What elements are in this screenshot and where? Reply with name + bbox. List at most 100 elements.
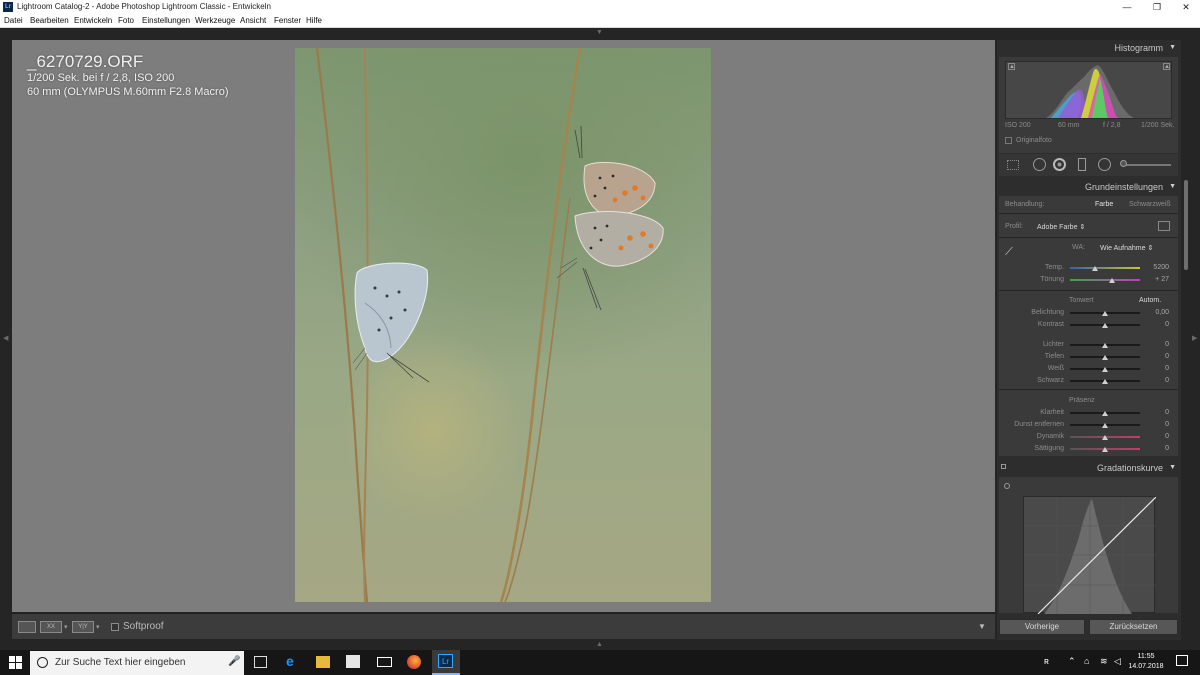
toolbar-options-icon[interactable]: ▼ (978, 622, 986, 631)
red-eye-icon[interactable] (1053, 158, 1066, 171)
photo-preview[interactable] (295, 48, 711, 602)
tint-slider-thumb[interactable] (1109, 278, 1115, 283)
before-after-dropdown-icon[interactable]: ▾ (64, 623, 68, 631)
auto-tone-button[interactable]: Autom. (1139, 297, 1161, 304)
split-view-dropdown-icon[interactable]: ▾ (96, 623, 100, 631)
clarity-slider-thumb[interactable] (1102, 411, 1108, 416)
adjustment-brush-icon[interactable] (1120, 160, 1127, 167)
targeted-adjustment-icon[interactable] (1004, 483, 1010, 489)
menu-entwickeln[interactable]: Entwickeln (74, 16, 112, 25)
show-hidden-icons-icon[interactable]: ⌃ (1068, 656, 1076, 667)
histogram-header[interactable]: Histogramm ▼ (997, 41, 1181, 55)
notifications-icon[interactable] (1176, 655, 1188, 666)
temp-slider[interactable] (1070, 267, 1140, 269)
network-icon[interactable]: ⌂ (1084, 656, 1089, 666)
right-panel-scroll-thumb[interactable] (1184, 180, 1188, 270)
previous-button[interactable]: Vorherige (999, 619, 1085, 635)
reset-button[interactable]: Zurücksetzen (1089, 619, 1178, 635)
mail-icon[interactable] (377, 657, 392, 667)
shadows-value[interactable]: 0 (1145, 353, 1169, 360)
menu-hilfe[interactable]: Hilfe (306, 16, 322, 25)
contrast-slider-thumb[interactable] (1102, 323, 1108, 328)
white-balance-eyedropper-icon[interactable]: ⟋ (1005, 246, 1023, 260)
title-bar: Lr Lightroom Catalog-2 - Adobe Photoshop… (0, 0, 1200, 14)
store-icon[interactable] (346, 655, 360, 668)
dehaze-slider-thumb[interactable] (1102, 423, 1108, 428)
dehaze-value[interactable]: 0 (1145, 421, 1169, 428)
menu-einstellungen[interactable]: Einstellungen (142, 16, 190, 25)
basic-panel-header[interactable]: Grundeinstellungen ▼ (997, 180, 1181, 194)
original-photo-checkbox[interactable] (1005, 137, 1012, 144)
tone-curve-graph[interactable] (1023, 496, 1157, 615)
filmstrip-toggle-icon[interactable]: ▲ (596, 641, 603, 648)
treatment-color-button[interactable]: Farbe (1095, 201, 1113, 208)
menu-bearbeiten[interactable]: Bearbeiten (30, 16, 69, 25)
softproof-checkbox[interactable] (111, 623, 119, 631)
tint-value[interactable]: + 27 (1145, 276, 1169, 283)
histogram-graph[interactable]: ▲ ▲ (1005, 61, 1172, 119)
edge-browser-icon[interactable]: e (286, 654, 300, 669)
taskbar-search-box[interactable]: Zur Suche Text hier eingeben 🎤 (30, 651, 244, 675)
volume-icon[interactable]: ◁ (1114, 656, 1121, 667)
temp-value[interactable]: 5200 (1145, 264, 1169, 271)
whites-slider-thumb[interactable] (1102, 367, 1108, 372)
minimize-button[interactable]: — (1112, 1, 1142, 13)
graduated-filter-icon[interactable] (1078, 158, 1086, 171)
highlights-value[interactable]: 0 (1145, 341, 1169, 348)
right-panel-toggle-icon[interactable]: ▶ (1192, 334, 1197, 342)
menu-datei[interactable]: Datei (4, 16, 23, 25)
left-panel-toggle-icon[interactable]: ◀ (3, 334, 8, 342)
panel-switch-icon[interactable] (1001, 464, 1006, 469)
wb-dropdown[interactable]: Wie Aufnahme ⇕ (1100, 244, 1153, 252)
profile-dropdown[interactable]: Adobe Farbe ⇕ (1037, 223, 1085, 231)
radial-filter-icon[interactable] (1098, 158, 1111, 171)
firefox-icon[interactable] (407, 655, 421, 669)
before-after-button[interactable]: XX (40, 621, 62, 633)
tint-slider[interactable] (1070, 279, 1140, 281)
shadow-clipping-icon[interactable]: ▲ (1008, 63, 1015, 70)
wifi-icon[interactable]: ≋ (1100, 656, 1108, 667)
vibrance-slider-thumb[interactable] (1102, 435, 1108, 440)
lightroom-taskbar-button[interactable]: Lr (432, 650, 460, 675)
collapse-triangle-icon[interactable]: ▼ (1169, 461, 1176, 475)
saturation-value[interactable]: 0 (1145, 445, 1169, 452)
blacks-slider-thumb[interactable] (1102, 379, 1108, 384)
crop-tool-icon[interactable] (1007, 160, 1019, 170)
menu-ansicht[interactable]: Ansicht (240, 16, 266, 25)
spot-removal-icon[interactable] (1033, 158, 1046, 171)
close-button[interactable]: ✕ (1171, 1, 1200, 13)
windows-start-icon[interactable] (9, 656, 22, 669)
right-panel-scrollbar[interactable] (1183, 40, 1189, 640)
menu-fenster[interactable]: Fenster (274, 16, 301, 25)
clock-date[interactable]: 14.07.2018 (1126, 663, 1166, 670)
whites-value[interactable]: 0 (1145, 365, 1169, 372)
highlight-clipping-icon[interactable]: ▲ (1163, 63, 1170, 70)
blacks-value[interactable]: 0 (1145, 377, 1169, 384)
clock-time[interactable]: 11:55 (1129, 653, 1163, 660)
saturation-slider-thumb[interactable] (1102, 447, 1108, 452)
treatment-bw-button[interactable]: Schwarzweiß (1129, 201, 1171, 208)
task-view-icon[interactable] (254, 656, 267, 668)
menu-werkzeuge[interactable]: Werkzeuge (195, 16, 235, 25)
exposure-slider-thumb[interactable] (1102, 311, 1108, 316)
vibrance-value[interactable]: 0 (1145, 433, 1169, 440)
profile-browser-grid-icon[interactable] (1158, 221, 1170, 231)
people-icon[interactable]: ʀ (1044, 656, 1049, 666)
temp-slider-thumb[interactable] (1091, 266, 1098, 271)
tone-curve-header[interactable]: Gradationskurve ▼ (997, 461, 1181, 475)
contrast-value[interactable]: 0 (1145, 321, 1169, 328)
loupe-view-button[interactable] (18, 621, 36, 633)
adjustment-brush-track[interactable] (1123, 164, 1171, 166)
file-explorer-icon[interactable] (316, 656, 330, 668)
top-panel-toggle-icon[interactable]: ▼ (596, 29, 603, 36)
menu-foto[interactable]: Foto (118, 16, 134, 25)
collapse-triangle-icon[interactable]: ▼ (1169, 180, 1176, 194)
exposure-value[interactable]: 0,00 (1145, 309, 1169, 316)
split-view-button[interactable]: Y|Y (72, 621, 94, 633)
microphone-icon[interactable]: 🎤 (228, 656, 240, 667)
collapse-triangle-icon[interactable]: ▼ (1169, 41, 1176, 55)
highlights-slider-thumb[interactable] (1102, 343, 1108, 348)
clarity-value[interactable]: 0 (1145, 409, 1169, 416)
shadows-slider-thumb[interactable] (1102, 355, 1108, 360)
maximize-button[interactable]: ❐ (1142, 1, 1172, 13)
